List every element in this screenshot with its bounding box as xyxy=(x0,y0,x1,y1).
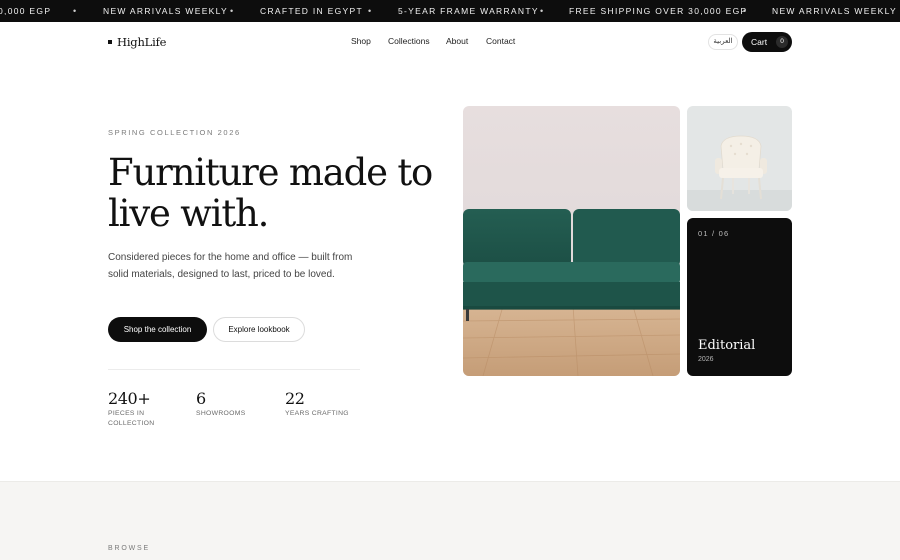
cart-count-badge: 0 xyxy=(776,36,788,48)
nav-link-contact[interactable]: Contact xyxy=(486,36,515,46)
hero-eyebrow: SPRING COLLECTION 2026 xyxy=(108,128,241,137)
shop-collection-button[interactable]: Shop the collection xyxy=(108,317,207,342)
stat-label-showrooms: SHOWROOMS xyxy=(196,410,246,417)
stat-label-years: YEARS CRAFTING xyxy=(285,410,349,417)
ticker-item: 0,000 EGP xyxy=(0,6,52,16)
sofa-image-tile[interactable] xyxy=(463,106,680,376)
hero-divider xyxy=(108,369,360,370)
stat-value-years: 22 xyxy=(285,389,305,408)
stat-value-showrooms: 6 xyxy=(196,389,206,408)
editorial-year: 2026 xyxy=(698,356,714,363)
cart-button[interactable]: Cart 0 xyxy=(742,32,792,52)
nav-link-shop[interactable]: Shop xyxy=(351,36,371,46)
chair-image-tile[interactable] xyxy=(687,106,792,211)
ticker-item: NEW ARRIVALS WEEKLY xyxy=(772,6,897,16)
nav-link-collections[interactable]: Collections xyxy=(388,36,430,46)
language-toggle-button[interactable]: العربية xyxy=(708,34,738,50)
hero-title: Furniture made to live with. xyxy=(108,151,433,235)
hero-description: Considered pieces for the home and offic… xyxy=(108,252,353,280)
explore-lookbook-button[interactable]: Explore lookbook xyxy=(213,317,305,342)
chair-image xyxy=(687,106,792,211)
square-dot-icon xyxy=(108,40,112,44)
announcement-ticker: 0,000 EGP • NEW ARRIVALS WEEKLY • CRAFTE… xyxy=(0,0,900,22)
editorial-title: Editorial xyxy=(698,338,756,353)
ticker-separator: • xyxy=(743,6,747,16)
ticker-separator: • xyxy=(73,6,77,16)
ticker-item: CRAFTED IN EGYPT xyxy=(260,6,363,16)
ticker-item: NEW ARRIVALS WEEKLY xyxy=(103,6,228,16)
ticker-separator: • xyxy=(230,6,234,16)
ticker-item: FREE SHIPPING OVER 30,000 EGP xyxy=(569,6,748,16)
ticker-separator: • xyxy=(540,6,544,16)
sofa-image xyxy=(463,106,680,376)
ticker-separator: • xyxy=(368,6,372,16)
logo-text: HighLife xyxy=(117,35,167,49)
stat-value-pieces: 240+ xyxy=(108,389,151,408)
stat-label-pieces: PIECES IN COLLECTION xyxy=(108,410,155,427)
ticker-item: 5-YEAR FRAME WARRANTY xyxy=(398,6,539,16)
logo[interactable]: HighLife xyxy=(108,34,166,50)
browse-label: BROWSE xyxy=(108,545,150,552)
nav-link-about[interactable]: About xyxy=(446,36,468,46)
cart-label: Cart xyxy=(751,37,768,47)
editorial-card[interactable]: 01 / 06 Editorial 2026 xyxy=(687,218,792,376)
editorial-counter: 01 / 06 xyxy=(698,229,730,238)
